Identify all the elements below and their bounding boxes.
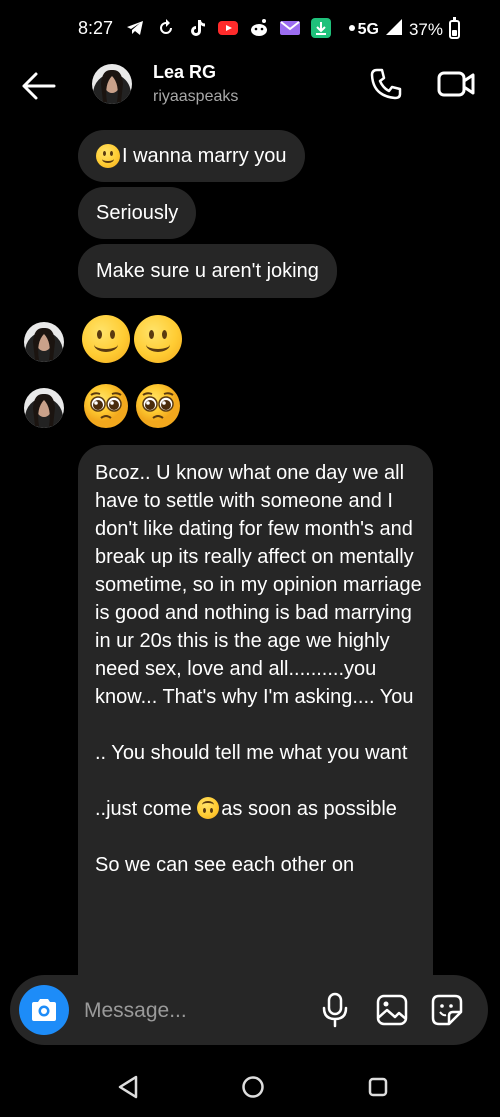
long-message-part1: Bcoz.. U know what one day we all have t… [95,462,422,820]
long-message-bubble[interactable]: Bcoz.. U know what one day we all have t… [78,445,433,985]
message-text: Seriously [96,201,179,224]
contact-username[interactable]: riyaaspeaks [153,88,238,106]
emoji-message[interactable] [82,315,182,363]
pleading-face-icon [82,382,130,435]
video-camera-icon [437,71,475,97]
tiktok-icon [186,17,208,39]
camera-icon [32,999,56,1021]
battery-icon [449,17,460,39]
camera-button[interactable] [19,985,69,1035]
nav-home-button[interactable] [241,1075,265,1099]
video-call-button[interactable] [436,68,476,100]
message-bubble[interactable]: I wanna marry you [78,130,305,182]
slightly-smiling-face-icon [82,315,130,363]
telegram-icon [124,17,146,39]
slightly-smiling-face-icon [96,144,120,168]
nav-recents-button[interactable] [367,1076,389,1098]
slightly-smiling-face-icon [134,315,182,363]
audio-call-button[interactable] [368,66,404,102]
mail-icon [279,17,301,39]
avatar[interactable] [24,388,64,428]
pleading-face-icon [134,382,182,435]
upside-down-face-icon [197,797,220,819]
phone-icon [370,68,402,100]
youtube-icon [217,17,239,39]
status-bar: 8:27 5G 37% [0,0,500,56]
back-button[interactable] [20,70,58,102]
message-text: Make sure u aren't joking [96,259,319,282]
square-recents-icon [368,1077,388,1097]
circle-home-icon [242,1076,264,1098]
network-type: 5G [357,20,379,38]
message-input[interactable] [82,994,306,1028]
notification-icons [124,17,363,39]
system-navigation-bar [0,1060,500,1117]
sync-icon [155,17,177,39]
status-right: 5G 37% [357,17,460,41]
signal-icon [385,18,403,41]
triangle-back-icon [118,1075,138,1099]
emoji-message[interactable] [82,382,182,435]
contact-name[interactable]: Lea RG [153,62,216,83]
chat-header: Lea RG riyaaspeaks [0,56,500,120]
arrow-left-icon [22,72,56,100]
voice-message-button[interactable] [322,992,348,1028]
sticker-icon [431,994,463,1026]
microphone-icon [322,992,348,1028]
avatar[interactable] [92,64,132,104]
message-composer [10,975,488,1045]
download-icon [310,17,332,39]
message-bubble[interactable]: Make sure u aren't joking [78,244,337,298]
status-time: 8:27 [78,18,114,38]
message-text: I wanna marry you [122,144,287,167]
avatar[interactable] [24,322,64,362]
gallery-button[interactable] [375,993,409,1027]
long-message-text: Bcoz.. U know what one day we all have t… [95,459,425,879]
reddit-icon [248,17,270,39]
image-icon [376,994,408,1026]
message-bubble[interactable]: Seriously [78,187,197,239]
battery-percent: 37% [408,19,443,39]
nav-back-button[interactable] [116,1074,140,1100]
sticker-button[interactable] [430,993,464,1027]
